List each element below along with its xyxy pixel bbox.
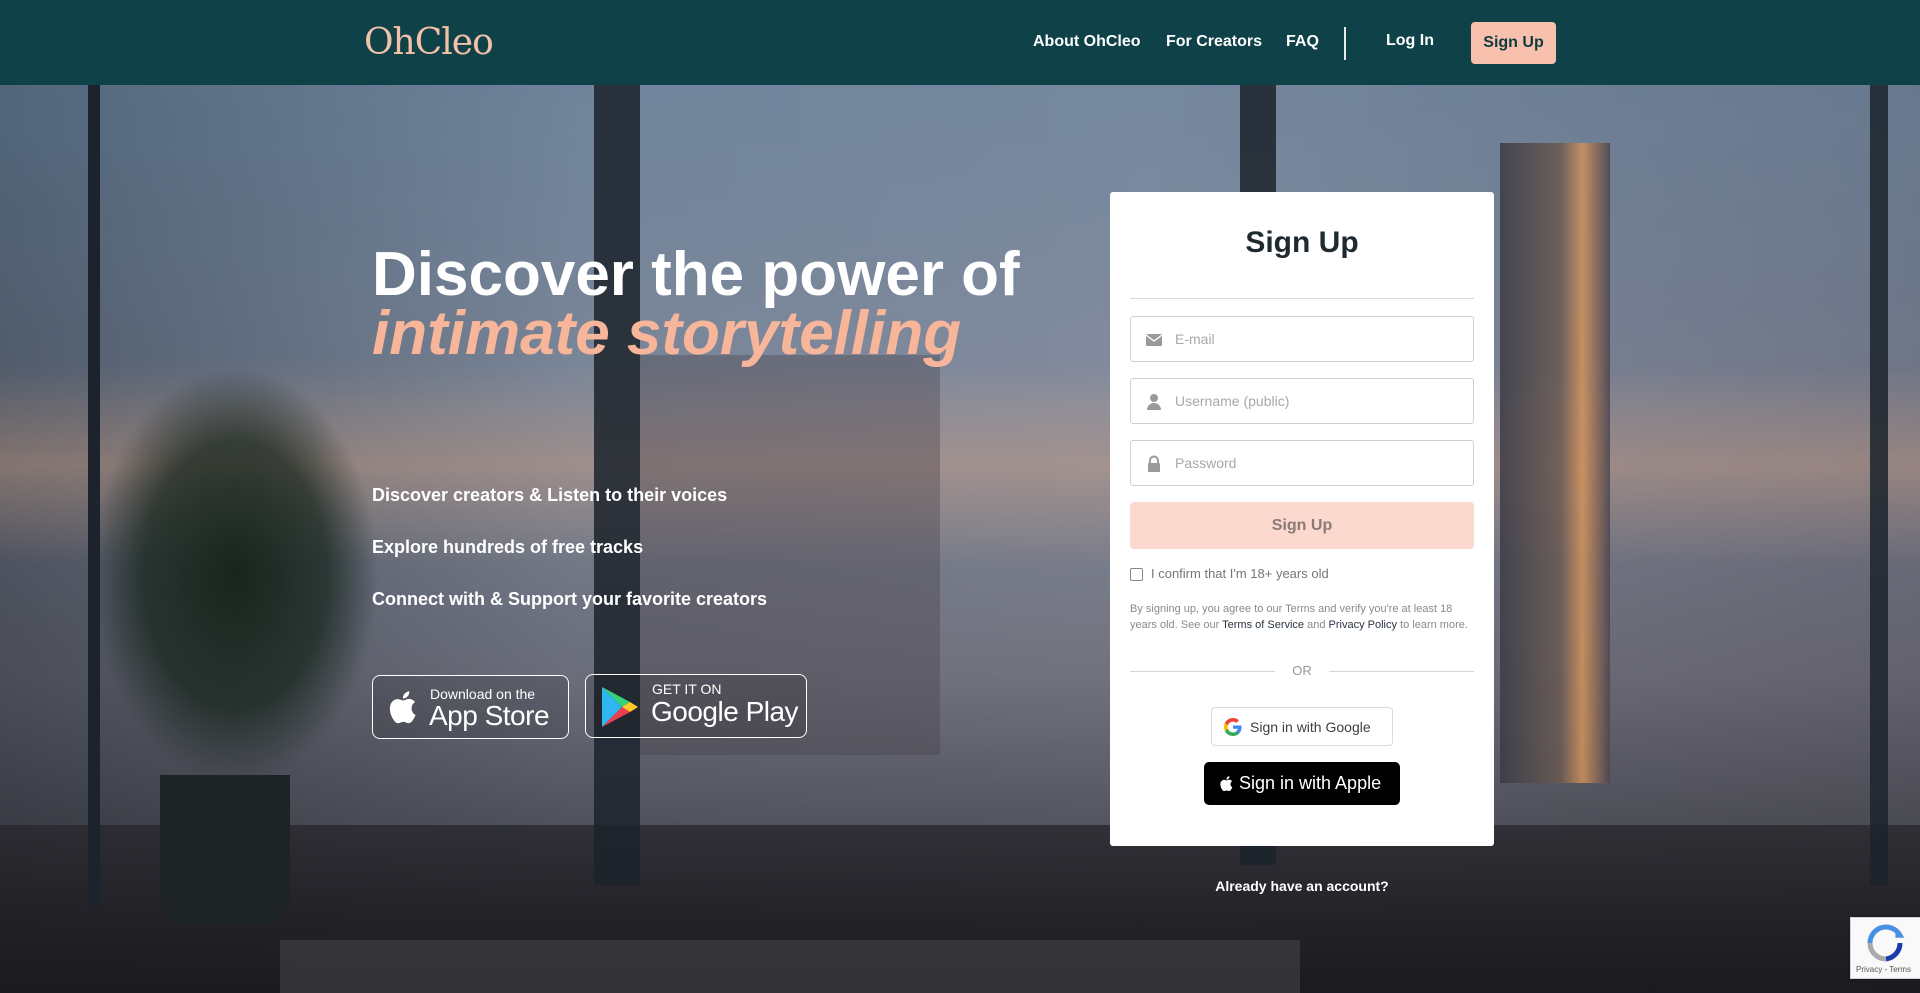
- signup-submit-button[interactable]: Sign Up: [1130, 502, 1474, 549]
- title-divider: [1130, 298, 1474, 299]
- legal-text: By signing up, you agree to our Terms an…: [1130, 603, 1468, 631]
- envelope-icon: [1145, 334, 1163, 346]
- plant-image: [90, 365, 380, 785]
- username-field[interactable]: [1130, 378, 1474, 424]
- top-navigation-bar: OhCleo About OhCleo For Creators FAQ Log…: [0, 0, 1920, 85]
- username-input[interactable]: [1175, 379, 1465, 423]
- user-icon: [1147, 394, 1161, 410]
- already-have-account-link[interactable]: Already have an account?: [1110, 878, 1494, 894]
- apple-icon: [1220, 776, 1233, 792]
- feature-item: Discover creators & Listen to their voic…: [372, 485, 728, 505]
- age-confirm-checkbox[interactable]: [1130, 568, 1143, 581]
- feature-item: Connect with & Support your favorite cre…: [372, 589, 768, 609]
- recaptcha-icon: [1867, 924, 1905, 962]
- app-store-button[interactable]: Download on the App Store: [372, 675, 569, 739]
- google-play-icon: [602, 687, 638, 727]
- hero-headline: Discover the power of: [372, 240, 1020, 309]
- lock-icon: [1148, 455, 1160, 472]
- nav-divider: [1344, 27, 1346, 60]
- signup-card: Sign Up Sign Up I confirm that I'm 18+ y…: [1110, 192, 1494, 846]
- google-signin-button[interactable]: Sign in with Google: [1211, 707, 1393, 746]
- hero-headline-accent: intimate storytelling: [372, 299, 962, 368]
- hero-background-image: [0, 85, 1920, 993]
- signup-title: Sign Up: [1245, 226, 1359, 259]
- ohcleo-logo[interactable]: OhCleo: [364, 22, 494, 63]
- google-play-button[interactable]: GET IT ON Google Play: [585, 674, 807, 738]
- nav-for-creators[interactable]: For Creators: [1166, 33, 1262, 51]
- header-signup-button[interactable]: Sign Up: [1471, 22, 1556, 64]
- age-confirm-label[interactable]: I confirm that I'm 18+ years old: [1151, 566, 1329, 581]
- terms-of-service-link[interactable]: Terms of Service: [1222, 619, 1304, 631]
- password-input[interactable]: [1175, 441, 1465, 485]
- password-field[interactable]: [1130, 440, 1474, 486]
- or-divider-right: [1329, 671, 1474, 672]
- email-field[interactable]: [1130, 316, 1474, 362]
- skyscraper-image: [1500, 143, 1610, 783]
- apple-signin-button[interactable]: Sign in with Apple: [1204, 762, 1400, 805]
- google-g-icon: [1224, 718, 1242, 736]
- recaptcha-badge[interactable]: Privacy - Terms: [1850, 917, 1920, 979]
- nav-faq[interactable]: FAQ: [1286, 33, 1319, 51]
- feature-item: Explore hundreds of free tracks: [372, 537, 644, 557]
- apple-icon: [389, 691, 416, 724]
- login-link[interactable]: Log In: [1386, 32, 1434, 50]
- nav-about-ohcleo[interactable]: About OhCleo: [1033, 33, 1141, 51]
- privacy-policy-link[interactable]: Privacy Policy: [1329, 619, 1397, 631]
- email-input[interactable]: [1175, 317, 1465, 361]
